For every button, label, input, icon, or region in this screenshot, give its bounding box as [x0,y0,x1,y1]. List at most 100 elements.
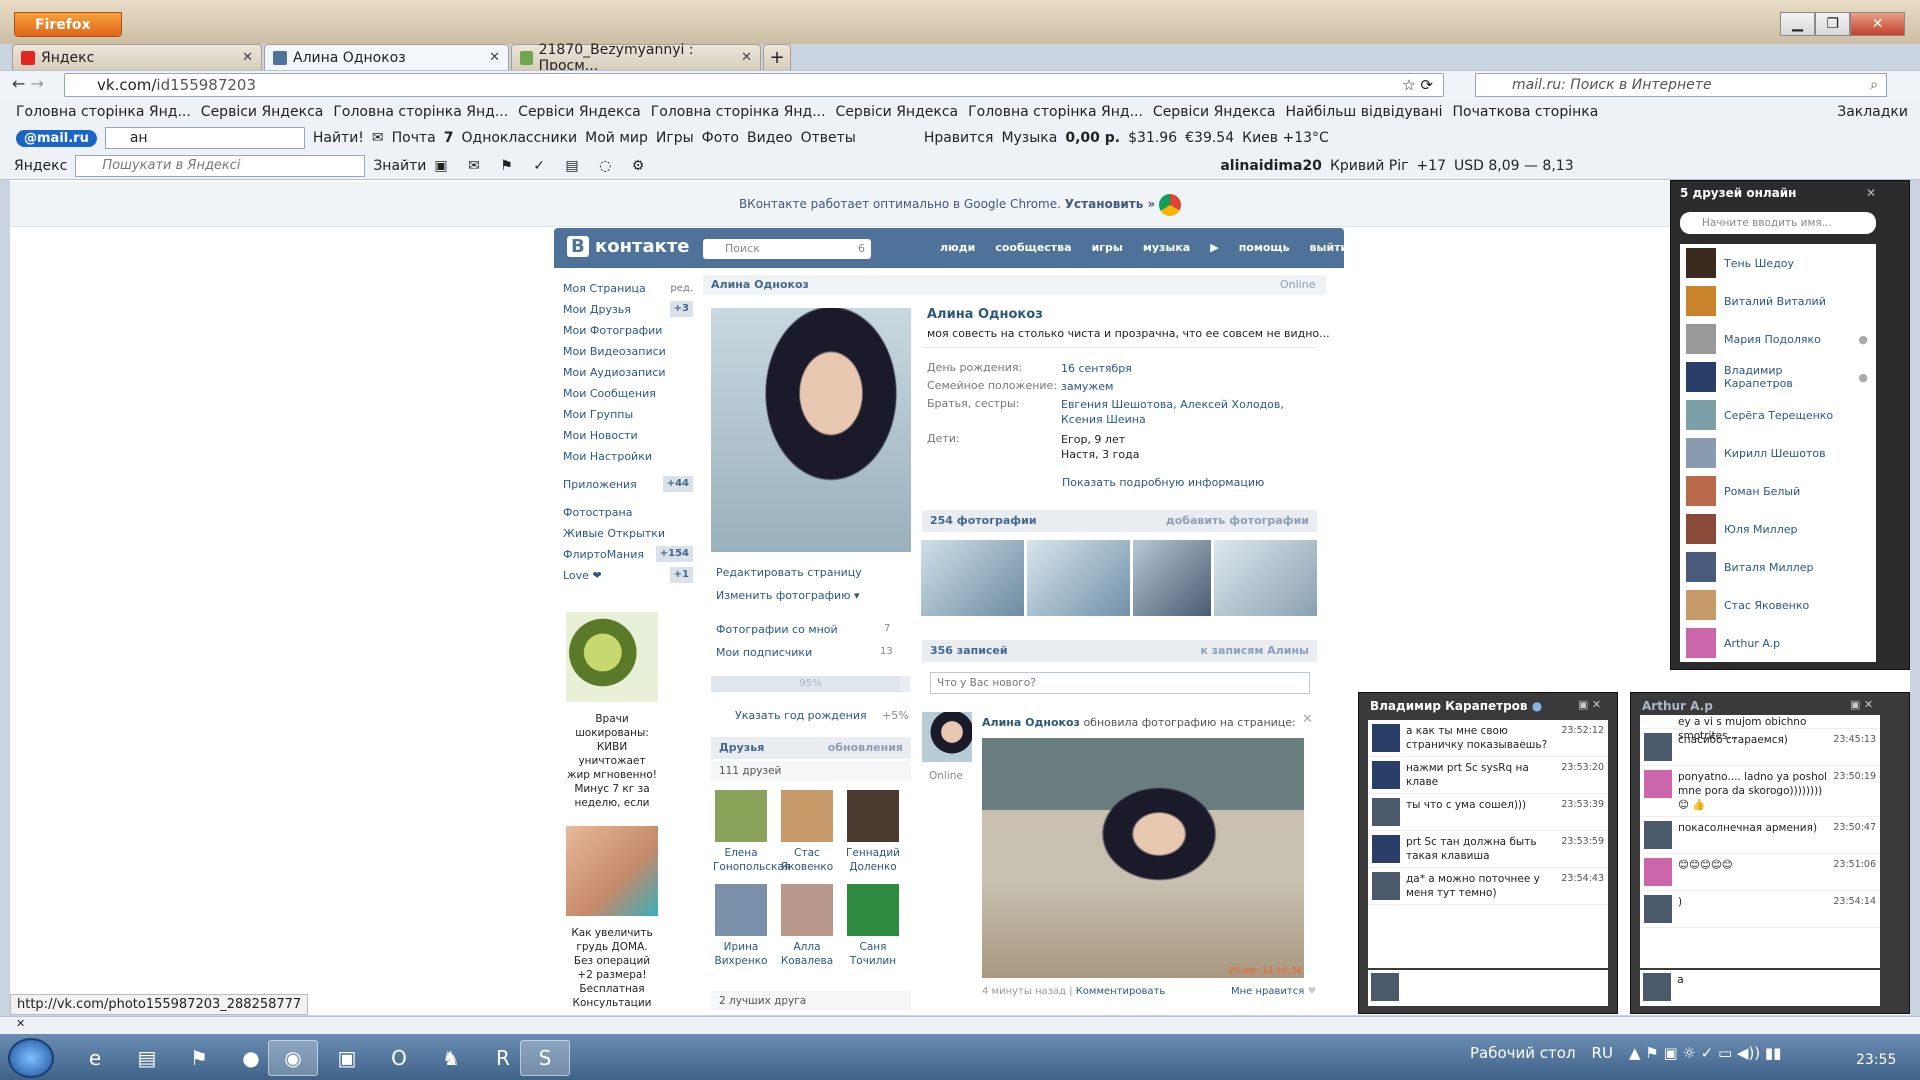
post-author-avatar[interactable] [922,712,972,762]
friend-card[interactable]: Стас Яковенко [779,790,835,874]
edit-link[interactable]: ред. [670,278,693,299]
clock[interactable]: 23:55 [1856,1052,1896,1068]
video-link[interactable]: Видео [747,130,793,146]
ie-icon[interactable]: e [70,1040,120,1076]
friend-card[interactable]: Елена Гонопольская [713,790,790,874]
moy-mir-link[interactable]: Мой мир [585,130,648,146]
menu-videos[interactable]: Мои Видеозаписи [563,341,693,362]
bookmark-item[interactable]: Головна сторінка Янд... [333,104,508,120]
post-photo[interactable]: 20-авг-12 10:34 [982,738,1304,978]
ad-kiwi-text[interactable]: Врачи шокированы: КИВИ уничтожает жир мг… [566,712,658,810]
friend-card[interactable]: Геннадий Доленко [845,790,901,874]
friends-online-search[interactable]: Начните вводить имя... [1680,212,1876,234]
friends-header[interactable]: Друзья обновления [711,737,911,759]
menu-love[interactable]: Love ❤ +1 [563,565,693,586]
weather[interactable]: Киев +13°С [1242,130,1329,146]
app-icon[interactable]: ♞ [426,1040,476,1076]
forward-arrow-icon[interactable]: → [31,74,44,93]
nav-logout[interactable]: выйти [1310,241,1349,254]
chat-input[interactable]: a [1640,970,1880,1006]
menu-settings[interactable]: Мои Настройки [563,446,693,467]
firefox-taskbar-icon[interactable]: ◉ [268,1040,318,1076]
online-friend[interactable]: Виталий Виталий [1680,282,1876,320]
ad-kiwi-image[interactable] [566,612,658,702]
close-addon-bar-icon[interactable]: ✕ [0,1017,25,1030]
chat-input[interactable] [1368,970,1608,1006]
show-desktop-label[interactable]: Рабочий стол [1470,1044,1576,1062]
app-icon[interactable]: ⚑ [174,1040,224,1076]
url-bar[interactable]: vk.com/id155987203 ☆ ⟳ [64,73,1444,97]
minimize-chat-icon[interactable]: ▣ [1578,698,1588,711]
menu-photos[interactable]: Мои Фотографии [563,320,693,341]
bookmark-item[interactable]: Початкова сторінка [1453,104,1599,120]
subscribers-link[interactable]: Мои подписчики [716,646,812,659]
edit-page-link[interactable]: Редактировать страницу [716,566,862,579]
bookmark-star-icon[interactable]: ☆ ⟳ [1402,74,1433,96]
friends-updates-link[interactable]: обновления [828,737,903,759]
friend-card[interactable]: Ирина Вихренко [713,884,769,968]
comment-link[interactable]: Комментировать [1076,986,1166,997]
friend-card[interactable]: Алла Ковалева [779,884,835,968]
photo-thumbnail[interactable] [1214,540,1317,616]
skype-icon[interactable]: S [520,1040,570,1076]
ad-image[interactable] [566,826,658,916]
bookmark-item[interactable]: Сервіси Яндекса [201,104,324,120]
minimize-chat-icon[interactable]: ▣ [1850,698,1860,711]
menu-audio[interactable]: Мои Аудиозаписи [563,362,693,383]
bookmarks-menu[interactable]: Закладки [1837,104,1920,120]
close-tab-icon[interactable]: ✕ [741,50,752,65]
online-friend[interactable]: Виталя Миллер [1680,548,1876,586]
mailru-search-input[interactable]: ан [104,127,305,149]
play-icon[interactable]: ▶ [1210,241,1218,254]
add-birth-year-link[interactable]: Указать год рождения [735,709,867,722]
to-records-link[interactable]: к записям Алины [1200,640,1309,662]
ad-text[interactable]: Как увеличить грудь ДОМА. Без операций +… [566,926,658,1010]
online-friend[interactable]: Кирилл Шешотов [1680,434,1876,472]
tab-vk-profile[interactable]: Алина Однокоз ✕ [264,44,509,70]
nav-games[interactable]: игры [1092,241,1123,254]
app-icon[interactable]: ▣ [322,1040,372,1076]
online-friend[interactable]: Arthur A.p [1680,624,1876,662]
minimize-button[interactable]: ▁ [1780,12,1816,36]
yandex-city[interactable]: Кривий Ріг [1330,158,1409,174]
online-friend[interactable]: Тень Шедоу [1680,244,1876,282]
menu-messages[interactable]: Мои Сообщения [563,383,693,404]
close-chat-icon[interactable]: ✕ [1592,698,1601,711]
toolbar-icons[interactable]: ▣ ✉ ⚑ ✓ ▤ ◌ ⚙ [434,158,652,174]
maximize-button[interactable]: ❐ [1815,12,1851,36]
menu-my-page[interactable]: Моя Страница ред. [563,278,693,299]
menu-news[interactable]: Мои Новости [563,425,693,446]
post-time[interactable]: 4 минуты назад [982,986,1066,997]
wall-post-input[interactable]: Что у Вас нового? [930,672,1310,694]
start-button[interactable] [8,1038,54,1078]
close-chat-icon[interactable]: ✕ [1864,698,1873,711]
nav-music[interactable]: музыка [1143,241,1190,254]
nav-communities[interactable]: сообщества [995,241,1071,254]
search-input[interactable]: mail.ru: Поиск в Интернете ⌕ [1475,73,1887,97]
bookmark-item[interactable]: Сервіси Яндекса [1153,104,1276,120]
birthday-value[interactable]: 16 сентября [1061,361,1307,376]
family-value[interactable]: замужем [1061,379,1307,394]
nav-people[interactable]: люди [940,241,975,254]
explorer-icon[interactable]: ▤ [122,1040,172,1076]
vk-search-input[interactable]: Поиск 6 [703,239,871,259]
friend-card[interactable]: Саня Точилин [845,884,901,968]
bookmark-item[interactable]: Найбільш відвідувані [1286,104,1443,120]
chrome-install-link[interactable]: Установить » [1065,197,1155,211]
photo-thumbnail[interactable] [1133,540,1211,616]
bookmark-item[interactable]: Головна сторінка Янд... [968,104,1143,120]
tab-yandex[interactable]: Яндекс ✕ [12,44,262,70]
photos-header[interactable]: 254 фотографии добавить фотографии [922,510,1317,532]
menu-groups[interactable]: Мои Группы [563,404,693,425]
nav-help[interactable]: помощь [1239,241,1290,254]
opera-icon[interactable]: O [374,1040,424,1076]
siblings-value[interactable]: Евгения Шешотова, Алексей Холодов, Ксени… [1061,397,1307,427]
close-panel-icon[interactable]: ✕ [1866,186,1876,200]
tab-bezymyannyi[interactable]: 21870_Bezymyannyi : Просм... ✕ [511,42,761,74]
profile-avatar[interactable] [711,308,911,552]
mail-link[interactable]: Почта [392,130,436,146]
online-friend[interactable]: Серёга Терещенко [1680,396,1876,434]
bookmark-item[interactable]: Головна сторінка Янд... [651,104,826,120]
photo-link[interactable]: Фото [702,130,739,146]
online-friend[interactable]: Роман Белый [1680,472,1876,510]
